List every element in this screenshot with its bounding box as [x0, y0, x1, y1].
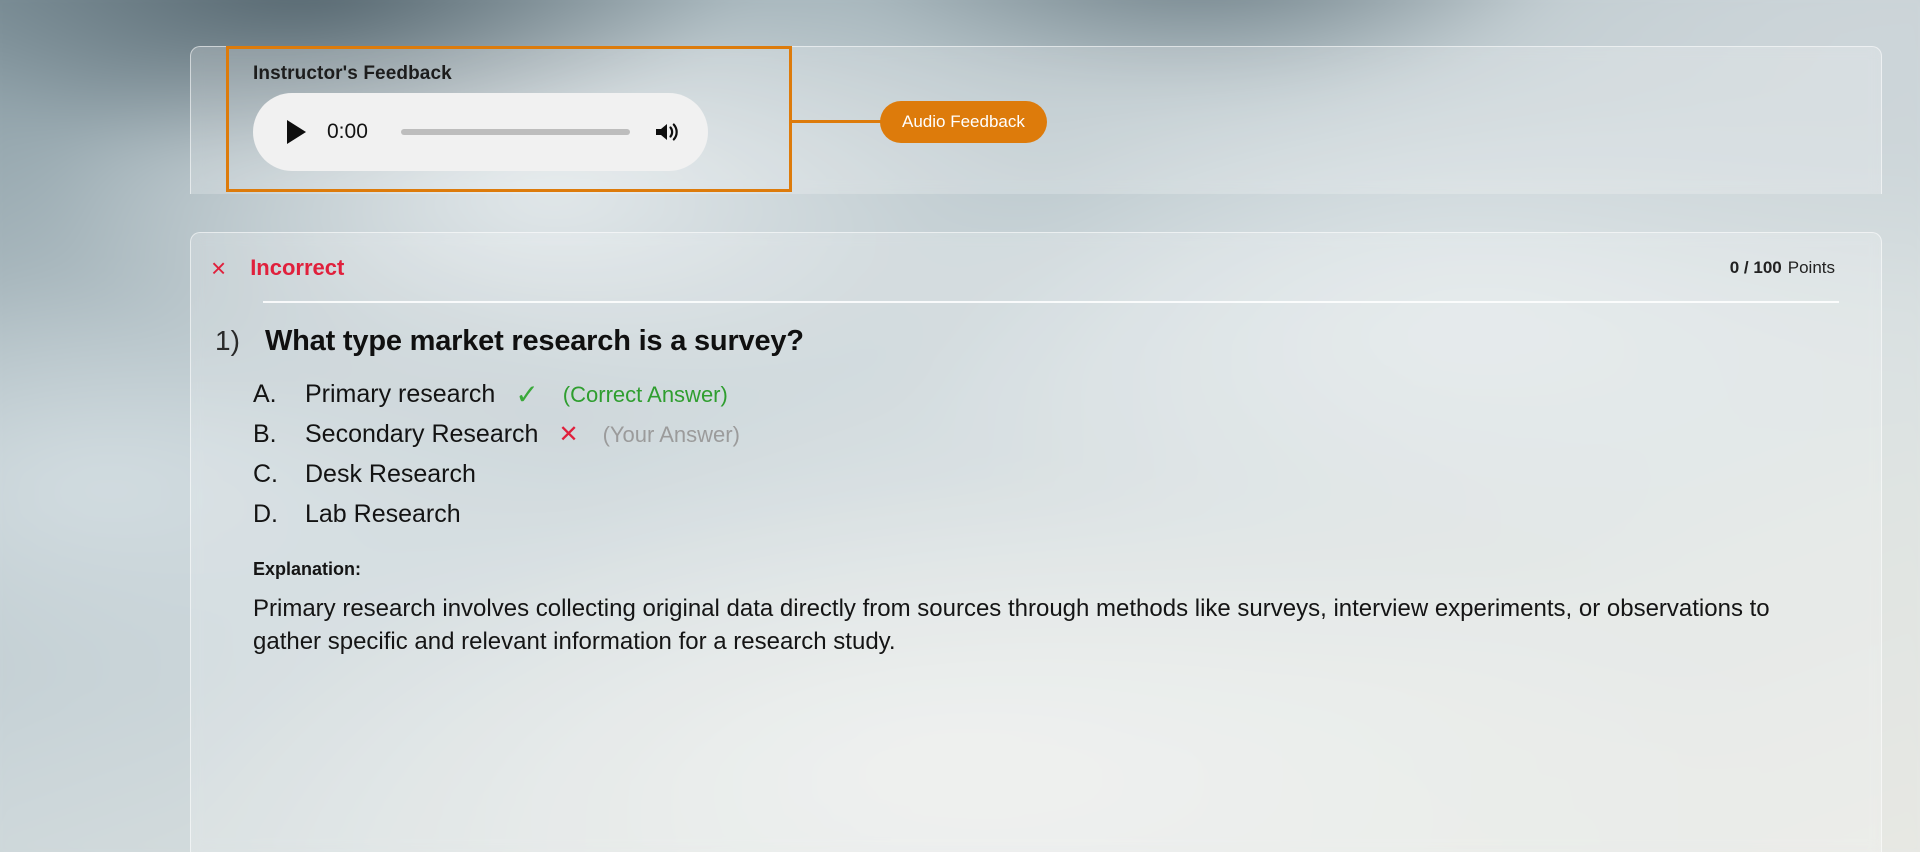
volume-icon[interactable]	[652, 118, 682, 146]
points-score: 0 / 100	[1730, 258, 1782, 277]
explanation-text: Primary research involves collecting ori…	[253, 592, 1789, 658]
correct-check-icon: ✓	[515, 381, 538, 409]
option-letter: B.	[253, 420, 305, 449]
question-block: 1) What type market research is a survey…	[191, 303, 1881, 658]
play-icon[interactable]	[283, 118, 309, 146]
option-row[interactable]: D.Lab Research	[253, 500, 1835, 529]
correct-answer-tag: (Correct Answer)	[563, 382, 728, 408]
option-text: Lab Research	[305, 500, 461, 529]
points-display: 0 / 100 Points	[1730, 258, 1835, 278]
incorrect-x-icon: ×	[211, 255, 226, 281]
points-label: Points	[1788, 258, 1835, 277]
page-root: Instructor's Feedback 0:00 Audio Feedbac…	[0, 0, 1920, 852]
audio-progress-slider[interactable]	[401, 129, 630, 135]
explanation-label: Explanation:	[253, 559, 1789, 580]
question-row: 1) What type market research is a survey…	[215, 325, 1835, 358]
play-triangle	[287, 120, 306, 144]
option-letter: A.	[253, 380, 305, 409]
option-letter: C.	[253, 460, 305, 489]
audio-current-time: 0:00	[327, 120, 379, 144]
status-badge: × Incorrect	[211, 255, 344, 281]
option-text: Secondary Research	[305, 420, 538, 449]
question-number: 1)	[215, 325, 249, 357]
result-header: × Incorrect 0 / 100 Points	[191, 233, 1881, 303]
option-row[interactable]: C.Desk Research	[253, 460, 1835, 489]
explanation-block: Explanation: Primary research involves c…	[253, 559, 1835, 658]
your-answer-tag: (Your Answer)	[603, 422, 740, 448]
instructor-feedback-title: Instructor's Feedback	[253, 63, 452, 85]
option-letter: D.	[253, 500, 305, 529]
audio-player[interactable]: 0:00	[253, 93, 708, 171]
annotation-callout-line	[792, 120, 882, 123]
option-text: Primary research	[305, 380, 495, 409]
incorrect-x-icon: ✕	[558, 423, 578, 447]
options-list: A.Primary research ✓ (Correct Answer) B.Sec…	[253, 380, 1835, 529]
question-text: What type market research is a survey?	[265, 325, 804, 358]
status-label: Incorrect	[250, 255, 344, 281]
question-result-card: × Incorrect 0 / 100 Points 1) What type m…	[190, 232, 1882, 852]
option-text: Desk Research	[305, 460, 476, 489]
option-row[interactable]: A.Primary research ✓ (Correct Answer)	[253, 380, 1835, 409]
header-divider	[263, 301, 1839, 303]
audio-feedback-badge[interactable]: Audio Feedback	[880, 101, 1047, 143]
option-row[interactable]: B.Secondary Research ✕ (Your Answer)	[253, 420, 1835, 449]
